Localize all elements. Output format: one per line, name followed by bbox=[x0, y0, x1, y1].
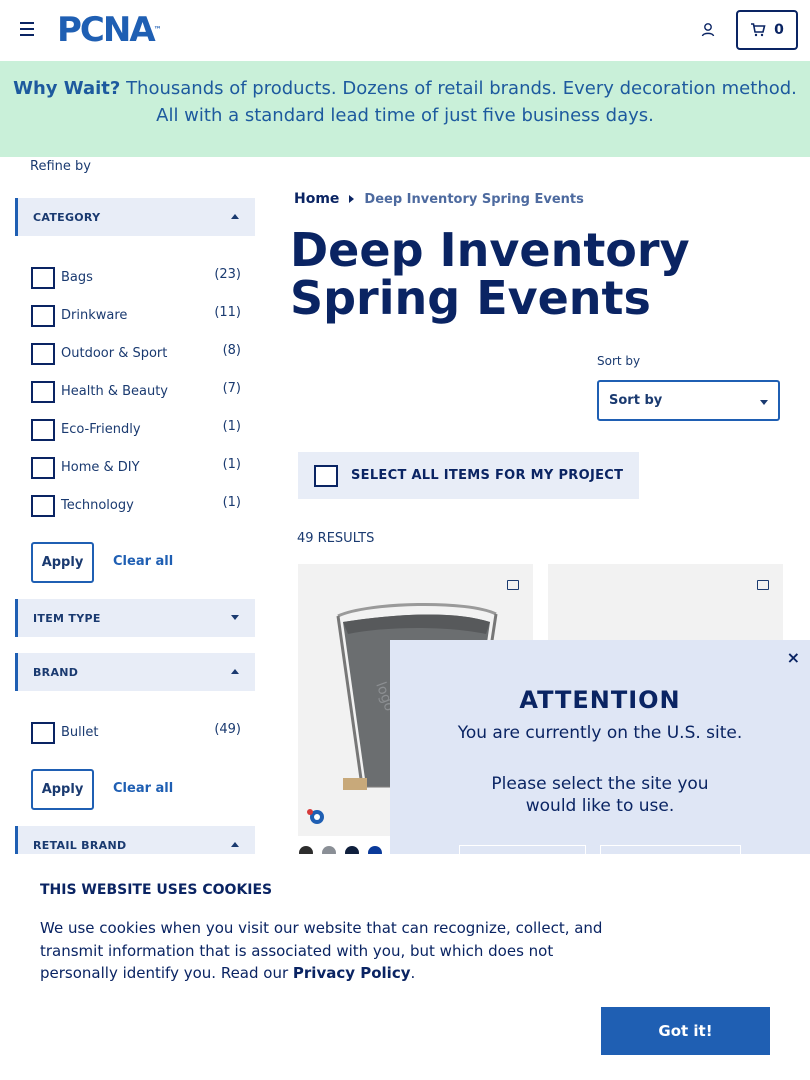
caret-up-icon bbox=[231, 214, 239, 219]
facet-option-technology[interactable]: Technology (1) bbox=[31, 493, 241, 517]
facet-brand-title: BRAND bbox=[33, 665, 79, 679]
facet-option-label: Eco-Friendly bbox=[61, 422, 141, 437]
facet-option-bullet[interactable]: Bullet (49) bbox=[31, 720, 241, 744]
facet-option-drinkware[interactable]: Drinkware (11) bbox=[31, 303, 241, 327]
facet-option-bags[interactable]: Bags (23) bbox=[31, 265, 241, 289]
banner-text: Thousands of products. Dozens of retail … bbox=[120, 78, 797, 126]
facet-option-count: (1) bbox=[222, 495, 241, 510]
facet-option-label: Drinkware bbox=[61, 308, 128, 323]
facet-option-home-diy[interactable]: Home & DIY (1) bbox=[31, 455, 241, 479]
cookie-title: THIS WEBSITE USES COOKIES bbox=[40, 882, 273, 898]
facet-option-label: Bullet bbox=[61, 725, 99, 740]
sort-by-select[interactable]: Sort by bbox=[597, 380, 780, 421]
promo-banner: Why Wait? Thousands of products. Dozens … bbox=[0, 61, 810, 157]
close-icon[interactable]: × bbox=[787, 648, 800, 667]
brand-clear-all-link[interactable]: Clear all bbox=[113, 781, 173, 796]
breadcrumb: Home Deep Inventory Spring Events bbox=[294, 191, 584, 207]
facet-category-title: CATEGORY bbox=[33, 210, 101, 224]
checkbox[interactable] bbox=[31, 381, 55, 403]
facet-option-label: Technology bbox=[61, 498, 134, 513]
got-it-button[interactable]: Got it! bbox=[601, 1007, 770, 1055]
checkbox[interactable] bbox=[31, 305, 55, 327]
facet-brand-header[interactable]: BRAND bbox=[15, 653, 255, 691]
add-to-project-icon[interactable] bbox=[757, 580, 769, 590]
logo-text: PCNA bbox=[57, 10, 156, 50]
page-title: Deep Inventory Spring Events bbox=[290, 223, 690, 325]
select-all-label: SELECT ALL ITEMS FOR MY PROJECT bbox=[351, 468, 624, 483]
category-apply-button[interactable]: Apply bbox=[31, 542, 94, 583]
user-account-icon[interactable] bbox=[700, 22, 716, 38]
chevron-down-icon bbox=[760, 400, 768, 405]
breadcrumb-home-link[interactable]: Home bbox=[294, 191, 339, 207]
select-all-items-button[interactable]: SELECT ALL ITEMS FOR MY PROJECT bbox=[298, 452, 639, 499]
cart-button[interactable]: 0 bbox=[736, 10, 798, 50]
hamburger-menu-icon[interactable] bbox=[20, 22, 36, 38]
facet-option-label: Health & Beauty bbox=[61, 384, 169, 399]
caret-up-icon bbox=[231, 669, 239, 674]
facet-option-outdoor-sport[interactable]: Outdoor & Sport (8) bbox=[31, 341, 241, 365]
banner-lead: Why Wait? bbox=[13, 78, 121, 99]
modal-instruction: Please select the site you would like to… bbox=[491, 774, 709, 816]
refine-by-label: Refine by bbox=[30, 159, 91, 174]
facet-category-header[interactable]: CATEGORY bbox=[15, 198, 255, 236]
facet-option-label: Home & DIY bbox=[61, 460, 140, 475]
checkbox[interactable] bbox=[31, 495, 55, 517]
facet-item-type-title: ITEM TYPE bbox=[33, 611, 101, 625]
facet-option-health-beauty[interactable]: Health & Beauty (7) bbox=[31, 379, 241, 403]
modal-title: ATTENTION bbox=[519, 686, 681, 714]
results-count: 49 RESULTS bbox=[297, 531, 375, 546]
facet-option-count: (7) bbox=[222, 381, 241, 396]
cookie-consent-banner: THIS WEBSITE USES COOKIES We use cookies… bbox=[0, 854, 810, 1080]
select-all-checkbox[interactable] bbox=[314, 464, 338, 487]
checkbox[interactable] bbox=[31, 722, 55, 744]
cookie-text-block: We use cookies when you visit our websit… bbox=[40, 917, 620, 985]
sort-by-label: Sort by bbox=[597, 354, 641, 368]
facet-option-eco-friendly[interactable]: Eco-Friendly (1) bbox=[31, 417, 241, 441]
site-header: PCNA™ 0 bbox=[0, 0, 810, 61]
caret-down-icon bbox=[231, 615, 239, 620]
checkbox[interactable] bbox=[31, 419, 55, 441]
facet-option-count: (49) bbox=[214, 722, 241, 737]
logo-trademark: ™ bbox=[153, 25, 162, 34]
facet-item-type-header[interactable]: ITEM TYPE bbox=[15, 599, 255, 637]
facet-option-count: (23) bbox=[214, 267, 241, 282]
facet-option-count: (8) bbox=[222, 343, 241, 358]
facet-option-count: (1) bbox=[222, 457, 241, 472]
cookie-period: . bbox=[410, 964, 416, 982]
checkbox[interactable] bbox=[31, 343, 55, 365]
sort-by-value: Sort by bbox=[609, 393, 663, 408]
breadcrumb-arrow-icon bbox=[349, 195, 355, 203]
category-clear-all-link[interactable]: Clear all bbox=[113, 554, 173, 569]
checkbox[interactable] bbox=[31, 457, 55, 479]
brand-apply-button[interactable]: Apply bbox=[31, 769, 94, 810]
pcna-logo[interactable]: PCNA™ bbox=[57, 12, 162, 48]
privacy-policy-link[interactable]: Privacy Policy bbox=[293, 964, 411, 982]
facet-option-count: (11) bbox=[214, 305, 241, 320]
facet-retail-brand-title: RETAIL BRAND bbox=[33, 838, 127, 852]
breadcrumb-current: Deep Inventory Spring Events bbox=[364, 191, 584, 207]
facet-option-count: (1) bbox=[222, 419, 241, 434]
caret-up-icon bbox=[231, 842, 239, 847]
cart-icon bbox=[751, 23, 766, 37]
cart-count: 0 bbox=[774, 22, 784, 38]
facet-option-label: Outdoor & Sport bbox=[61, 346, 168, 361]
facet-option-label: Bags bbox=[61, 270, 93, 285]
modal-message: You are currently on the U.S. site. bbox=[457, 723, 743, 743]
checkbox[interactable] bbox=[31, 267, 55, 289]
